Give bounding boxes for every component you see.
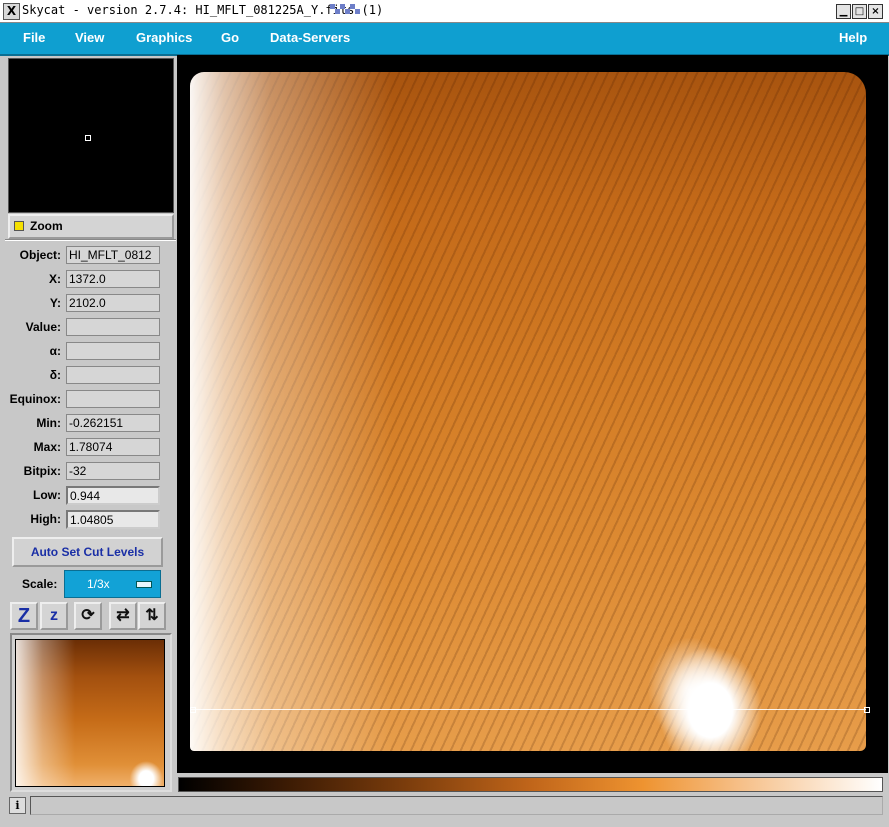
close-icon[interactable]: × bbox=[868, 4, 883, 19]
divider bbox=[5, 239, 176, 241]
auto-set-cut-levels-button[interactable]: Auto Set Cut Levels bbox=[12, 537, 163, 567]
cut-line-end-handle[interactable] bbox=[864, 707, 870, 713]
object-value: HI_MFLT_0812 bbox=[66, 246, 160, 264]
zoom-toggle-button[interactable]: Zoom bbox=[8, 214, 174, 239]
image-canvas[interactable] bbox=[177, 55, 888, 773]
alpha-label: α: bbox=[49, 344, 61, 358]
title-decoration bbox=[330, 4, 830, 18]
equinox-value bbox=[66, 390, 160, 408]
flip-x-icon[interactable]: ⇄ bbox=[109, 602, 137, 630]
scale-select[interactable]: 1/3x bbox=[64, 570, 161, 598]
equinox-label: Equinox: bbox=[9, 392, 61, 406]
y-label: Y: bbox=[49, 296, 61, 310]
x-label: X: bbox=[49, 272, 61, 286]
minimize-icon[interactable]: ▁ bbox=[836, 4, 851, 19]
rotate-icon[interactable]: ⟳ bbox=[74, 602, 102, 630]
pixel-value bbox=[66, 318, 160, 336]
high-row: High: 1.04805 bbox=[5, 510, 176, 530]
delta-value bbox=[66, 366, 160, 384]
value-row: Value: bbox=[5, 318, 176, 338]
colorbar[interactable] bbox=[178, 777, 883, 792]
min-label: Min: bbox=[36, 416, 61, 430]
equinox-row: Equinox: bbox=[5, 390, 176, 410]
min-value: -0.262151 bbox=[66, 414, 160, 432]
low-row: Low: 0.944 bbox=[5, 486, 176, 506]
zoom-image bbox=[15, 639, 165, 787]
flip-y-icon[interactable]: ⇅ bbox=[138, 602, 166, 630]
alpha-row: α: bbox=[5, 342, 176, 362]
menu-data-servers[interactable]: Data-Servers bbox=[270, 30, 350, 45]
option-menu-icon bbox=[136, 581, 152, 588]
delta-label: δ: bbox=[49, 368, 61, 382]
high-cut-input[interactable]: 1.04805 bbox=[66, 510, 160, 529]
max-label: Max: bbox=[33, 440, 61, 454]
info-icon[interactable]: i bbox=[9, 797, 26, 814]
zoom-window[interactable] bbox=[10, 633, 172, 792]
maximize-icon[interactable]: □ bbox=[852, 4, 867, 19]
high-label: High: bbox=[30, 512, 61, 526]
menu-bar: File View Graphics Go Data-Servers Help bbox=[0, 23, 889, 56]
fits-image[interactable] bbox=[190, 72, 866, 751]
bitpix-row: Bitpix: -32 bbox=[5, 462, 176, 482]
pan-window[interactable] bbox=[8, 58, 174, 213]
zoom-in-icon[interactable]: Z bbox=[10, 602, 38, 630]
x-row: X: 1372.0 bbox=[5, 270, 176, 290]
low-label: Low: bbox=[33, 488, 61, 502]
title-bar[interactable]: X Skycat - version 2.7.4: HI_MFLT_081225… bbox=[0, 0, 889, 23]
scale-label: Scale: bbox=[22, 577, 58, 591]
low-cut-input[interactable]: 0.944 bbox=[66, 486, 160, 505]
y-row: Y: 2102.0 bbox=[5, 294, 176, 314]
status-bar: i bbox=[0, 793, 889, 827]
delta-row: δ: bbox=[5, 366, 176, 386]
bitpix-label: Bitpix: bbox=[23, 464, 61, 478]
alpha-value bbox=[66, 342, 160, 360]
status-message bbox=[30, 796, 883, 815]
object-label: Object: bbox=[19, 248, 61, 262]
cut-line bbox=[190, 709, 866, 710]
object-row: Object: HI_MFLT_0812 bbox=[5, 246, 176, 266]
scale-value: 1/3x bbox=[87, 577, 110, 591]
window-menu-icon[interactable]: X bbox=[3, 3, 20, 20]
min-row: Min: -0.262151 bbox=[5, 414, 176, 434]
menu-graphics[interactable]: Graphics bbox=[136, 30, 192, 45]
zoom-label: Zoom bbox=[30, 219, 63, 233]
menu-view[interactable]: View bbox=[75, 30, 104, 45]
y-value: 2102.0 bbox=[66, 294, 160, 312]
value-label: Value: bbox=[25, 320, 61, 334]
bitpix-value: -32 bbox=[66, 462, 160, 480]
max-value: 1.78074 bbox=[66, 438, 160, 456]
menu-go[interactable]: Go bbox=[221, 30, 239, 45]
zoom-out-icon[interactable]: z bbox=[40, 602, 68, 630]
zoom-indicator-icon bbox=[14, 221, 24, 231]
pan-marker bbox=[85, 135, 91, 141]
menu-file[interactable]: File bbox=[23, 30, 45, 45]
max-row: Max: 1.78074 bbox=[5, 438, 176, 458]
x-value: 1372.0 bbox=[66, 270, 160, 288]
cut-line-start-handle[interactable] bbox=[190, 707, 196, 713]
control-panel: Zoom Object: HI_MFLT_0812 X: 1372.0 Y: 2… bbox=[5, 55, 176, 792]
menu-help[interactable]: Help bbox=[839, 30, 867, 45]
